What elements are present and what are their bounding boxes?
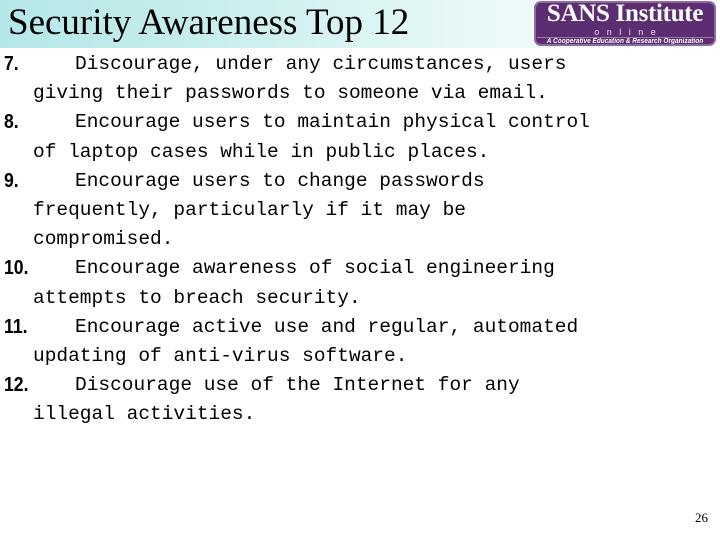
list-item-text: 10. Encourage awareness of social enginee… <box>0 254 720 283</box>
logo-online-label: online <box>594 27 664 37</box>
list-item-text: 8. Encourage users to maintain physical c… <box>0 108 720 137</box>
list-item-text-continued: giving their passwords to someone via em… <box>33 82 548 105</box>
list-item-text: 9. Encourage users to change passwords <box>0 167 720 196</box>
list-item-text-continued: of laptop cases while in public places. <box>33 140 490 163</box>
logo-tagline: A Cooperative Education & Research Organ… <box>546 38 704 45</box>
list-item: 7. Discourage, under any circumstances, u… <box>0 50 720 108</box>
slide-title-band: Security Awareness Top 12 SANS Institute… <box>0 0 720 48</box>
list-item-number: 10. <box>4 257 29 280</box>
list-item-text-continued: attempts to breach security. <box>33 286 361 309</box>
list-item-number: 11. <box>4 315 28 338</box>
list-item-number: 8. <box>4 111 19 134</box>
list-item-number: 9. <box>4 169 19 192</box>
list-item-line: Encourage users to maintain physical con… <box>75 111 590 134</box>
page-title: Security Awareness Top 12 <box>8 2 410 43</box>
list-item-text-continued: compromised. <box>33 228 174 251</box>
list-item-line: Discourage use of the Internet for any <box>75 374 520 397</box>
logo-wordmark: SANS Institute <box>546 1 704 27</box>
slide-number: 26 <box>695 510 708 525</box>
list-item-line: Discourage, under any circumstances, use… <box>75 53 567 75</box>
list-item-text-continued: updating of anti-virus software. <box>33 344 408 367</box>
list-item: 10. Encourage awareness of social enginee… <box>0 254 720 312</box>
list-item-line: Encourage active use and regular, automa… <box>75 315 579 338</box>
list-item-text-continued: illegal activities. <box>33 403 256 426</box>
list-item: 11. Encourage active use and regular, aut… <box>0 313 720 371</box>
list-item-text: 7. Discourage, under any circumstances, u… <box>0 50 720 79</box>
list-item-number: 12. <box>4 374 29 397</box>
list-item-line: Encourage awareness of social engineerin… <box>75 257 555 280</box>
list-item-line: Encourage users to change passwords <box>75 169 485 192</box>
list-item: 12. Discourage use of the Internet for an… <box>0 371 720 429</box>
list-item: 9. Encourage users to change passwords fre… <box>0 167 720 255</box>
sans-institute-logo: SANS Institute online A Cooperative Educ… <box>534 1 716 46</box>
list-item: 8. Encourage users to maintain physical c… <box>0 108 720 166</box>
list-item-text: 11. Encourage active use and regular, aut… <box>0 313 720 342</box>
list-item-text-continued: frequently, particularly if it may be <box>33 198 466 221</box>
list-item-text: 12. Discourage use of the Internet for an… <box>0 371 720 400</box>
list-item-number: 7. <box>4 53 19 75</box>
security-awareness-list: 7. Discourage, under any circumstances, u… <box>0 50 720 429</box>
